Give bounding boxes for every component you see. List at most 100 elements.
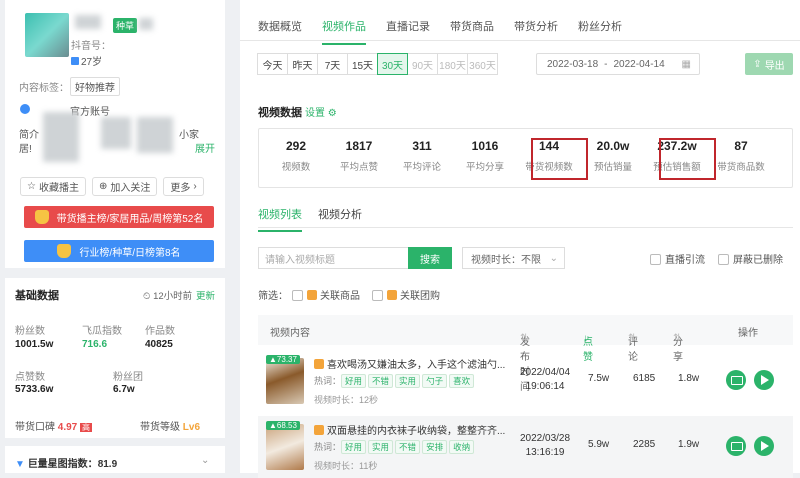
metric-item: 20.0w 预估销量	[584, 139, 642, 173]
content-tag[interactable]: 好物推荐	[70, 77, 120, 96]
hot-words: 热词： 好用 实用 不错 安排 收纳	[314, 440, 476, 454]
video-title[interactable]: 喜欢喝汤又嫌油太多，入手这个滤油勺...	[314, 356, 514, 371]
metric-value: 292	[285, 139, 307, 153]
hot-word-tag[interactable]: 安排	[422, 440, 448, 454]
tab-video-list[interactable]: 视频列表	[258, 206, 302, 232]
day-filter[interactable]: 昨天	[287, 53, 318, 75]
sub-tabs: 视频列表 视频分析	[258, 206, 362, 232]
play-icon[interactable]	[754, 370, 774, 390]
follow-button[interactable]: ⊕ 加入关注	[91, 177, 158, 196]
metric-label: 带货商品数	[717, 162, 765, 173]
favorite-button[interactable]: ☆ 收藏播主	[20, 177, 86, 196]
comments-value: 2285	[633, 439, 656, 450]
day-filter[interactable]: 15天	[347, 53, 378, 75]
product-filter[interactable]: 关联商品	[292, 287, 360, 302]
search-input[interactable]: 请输入视频标题	[258, 247, 408, 269]
gender-icon	[71, 57, 79, 65]
xingtu-icon: ▼	[15, 459, 25, 470]
divider	[5, 438, 225, 446]
gear-icon: ⚙	[327, 108, 337, 119]
video-thumbnail[interactable]	[266, 358, 304, 404]
sort-icon: ⇅	[628, 333, 637, 344]
settings-link[interactable]: 设置 ⚙	[305, 104, 337, 119]
score-badge: ▲73.37	[266, 355, 300, 364]
stat-label: 飞瓜指数	[82, 326, 122, 337]
group-filter[interactable]: 关联团购	[372, 287, 440, 302]
hot-word-tag[interactable]: 好用	[341, 374, 367, 388]
export-icon: ⇪	[753, 58, 762, 70]
tab-video-analysis[interactable]: 视频分析	[318, 206, 362, 232]
tv-icon[interactable]	[726, 436, 746, 456]
live-option[interactable]: 直播引流	[650, 251, 705, 266]
duration-select[interactable]: 视频时长：不限 ⌄	[462, 247, 565, 269]
video-title[interactable]: 双面悬挂的内衣袜子收纳袋，整整齐齐...	[314, 422, 514, 437]
play-icon[interactable]	[754, 436, 774, 456]
block-deleted-option[interactable]: 屏蔽已删除	[718, 251, 783, 266]
hot-word-tag[interactable]: 喜欢	[449, 374, 475, 388]
day-filter[interactable]: 今天	[257, 53, 288, 75]
day-range-selector: 今天 昨天 7天 15天 30天 90天 180天 360天	[257, 53, 498, 75]
stat-label: 粉丝团	[113, 372, 143, 383]
profile-panel: 种草 抖音号： 27岁 内容标签： 好物推荐 官方账号 简介 居! 小家 展开 …	[5, 0, 225, 473]
filter-label: 筛选：	[258, 291, 288, 302]
avatar[interactable]	[25, 13, 69, 57]
clock-icon: ⏲	[143, 291, 154, 302]
table-row[interactable]: ▲68.53 双面悬挂的内衣袜子收纳袋，整整齐齐... 热词： 好用 实用 不错 安排 收纳视…	[258, 416, 793, 478]
more-button[interactable]: 更多 ›	[163, 177, 204, 196]
table-header: 视频内容 发布时间 ⇅ 点赞 ↓ 评论 ⇅ 分享 ⇅ 操作	[258, 315, 793, 393]
col-content: 视频内容	[270, 328, 310, 339]
metric-value: 87	[734, 139, 748, 153]
rank-badge-2[interactable]: 行业榜/种草/日榜第8名	[24, 240, 214, 262]
search-button[interactable]: 搜索	[408, 247, 452, 269]
day-filter[interactable]: 7天	[317, 53, 348, 75]
export-button[interactable]: ⇪ 导出	[745, 53, 793, 75]
checkbox[interactable]	[650, 254, 661, 265]
hot-word-tag[interactable]: 实用	[368, 440, 394, 454]
video-thumbnail[interactable]	[266, 424, 304, 470]
divider	[240, 40, 800, 41]
sort-desc-icon: ↓	[583, 333, 588, 344]
metric-value: 20.0w	[596, 139, 630, 153]
blurred-block	[137, 117, 173, 153]
age-label: 27岁	[71, 53, 102, 68]
chevron-down-icon[interactable]: ⌄	[201, 455, 209, 466]
hot-word-tag[interactable]: 勺子	[422, 374, 448, 388]
metric-value: 1817	[345, 139, 373, 153]
date-separator: -	[604, 58, 608, 70]
star-index[interactable]: ▼ 巨量星图指数：81.9	[15, 455, 117, 470]
intro-line2: 居!	[19, 144, 32, 155]
checkbox[interactable]	[718, 254, 729, 265]
content-tags-label: 内容标签：	[19, 83, 69, 94]
day-filter[interactable]: 90天	[407, 53, 438, 75]
rank-badge-1[interactable]: 带货播主榜/家居用品/周榜第52名	[24, 206, 214, 228]
video-data-title: 视频数据	[258, 107, 302, 119]
hot-word-tag[interactable]: 实用	[395, 374, 421, 388]
stat-label: 点赞数	[15, 372, 45, 383]
day-filter[interactable]: 360天	[467, 53, 498, 75]
day-filter[interactable]: 180天	[437, 53, 468, 75]
tv-icon[interactable]	[726, 370, 746, 390]
hot-word-tag[interactable]: 不错	[368, 374, 394, 388]
date-range-picker[interactable]: 2022-03-18 - 2022-04-14 ▦	[536, 53, 700, 75]
hot-word-tag[interactable]: 好用	[341, 440, 367, 454]
metric-item: 292 视频数	[267, 139, 325, 173]
trophy-icon	[57, 244, 72, 258]
shares-value: 1.8w	[678, 373, 700, 384]
hot-word-tag[interactable]: 收纳	[449, 440, 475, 454]
highlight-box-sales	[659, 138, 716, 180]
checkbox[interactable]	[372, 290, 383, 301]
calendar-icon: ▦	[681, 58, 691, 70]
intro-expand[interactable]: 展开	[195, 140, 215, 155]
comments-value: 6185	[633, 373, 656, 384]
day-filter[interactable]: 30天	[377, 53, 408, 75]
blurred-block	[101, 117, 131, 149]
metric-item: 1016 平均分享	[456, 139, 514, 173]
hot-word-tag[interactable]: 不错	[395, 440, 421, 454]
refresh-button[interactable]: 更新	[196, 288, 215, 302]
checkbox[interactable]	[292, 290, 303, 301]
metric-label: 视频数	[281, 162, 311, 173]
col-actions: 操作	[738, 328, 758, 339]
chevron-right-icon: ›	[193, 181, 197, 192]
table-row[interactable]: ▲73.37 喜欢喝汤又嫌油太多，入手这个滤油勺... 热词： 好用 不错 实用 勺子 喜欢视…	[258, 350, 793, 412]
stat-value: 1001.5w	[15, 339, 54, 350]
